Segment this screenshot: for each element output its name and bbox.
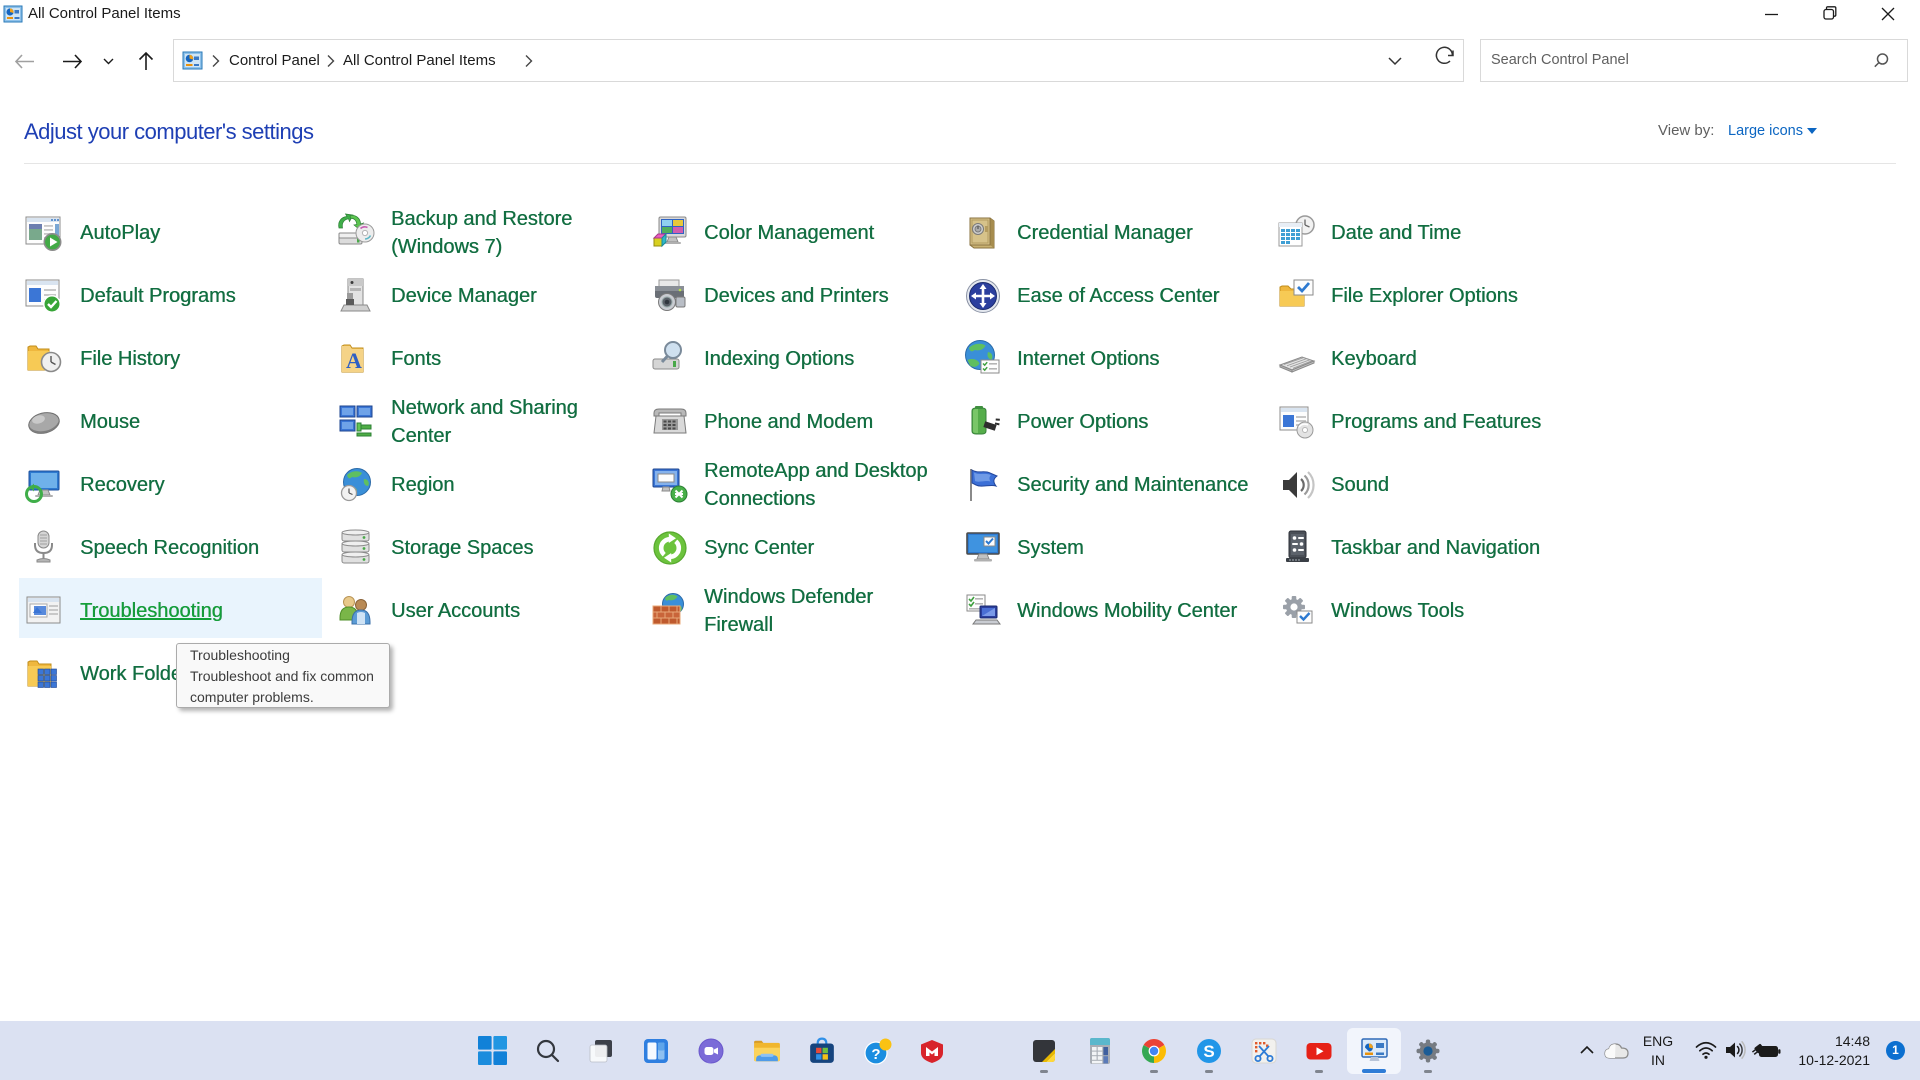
svg-text:?: ? — [871, 1046, 880, 1063]
svg-text:S: S — [1203, 1042, 1214, 1061]
svg-text:A: A — [346, 348, 362, 373]
